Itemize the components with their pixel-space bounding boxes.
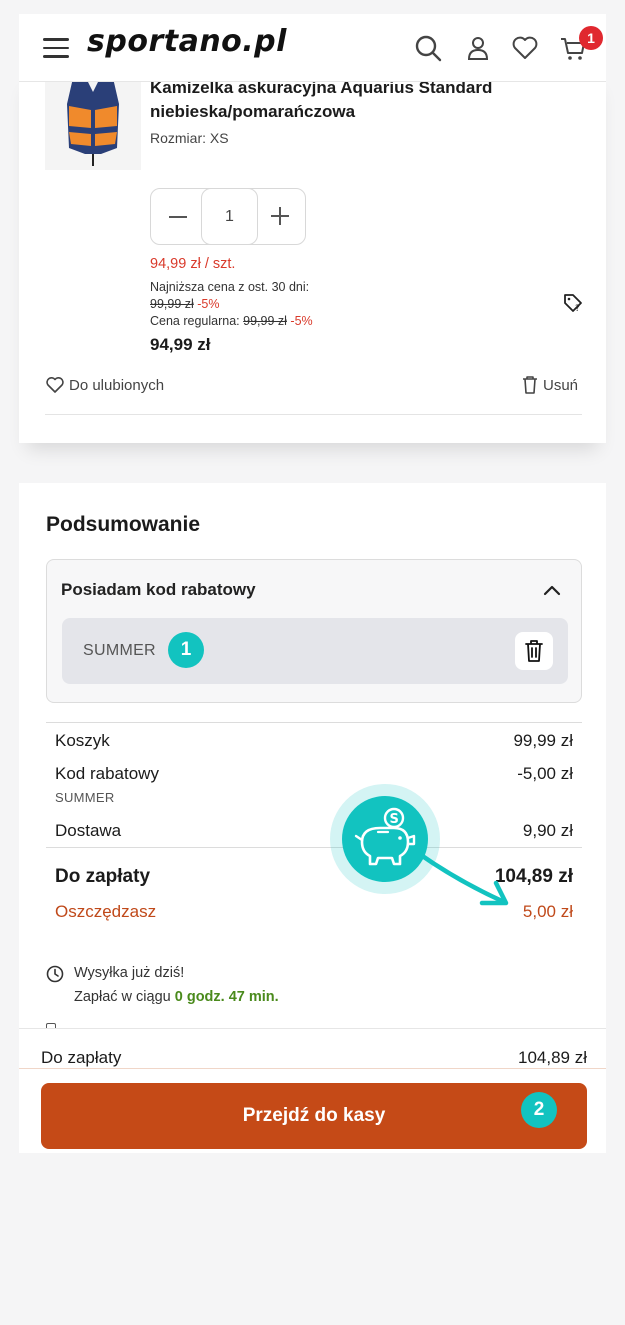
svg-text:S: S [390, 812, 399, 827]
lowest-price-discount: -5% [197, 297, 220, 311]
coupon-code: SUMMER [83, 642, 156, 659]
increase-quantity-button[interactable] [271, 207, 289, 225]
chevron-up-icon[interactable] [543, 584, 561, 596]
price-tag-info-icon[interactable]: ? [562, 292, 584, 314]
regular-price-label: Cena regularna: [150, 314, 240, 328]
arrow-to-savings-icon [415, 850, 509, 906]
decrease-quantity-button[interactable] [169, 216, 187, 218]
shipping-value: 9,90 zł [522, 821, 573, 840]
user-icon[interactable] [464, 34, 492, 62]
annotation-badge-2: 2 [521, 1092, 557, 1128]
savings-value: 5,00 zł [522, 902, 573, 921]
top-header: sportano.pl 1 [19, 14, 606, 82]
menu-icon[interactable] [43, 38, 69, 58]
unit-price: 94,99 zł / szt. [150, 256, 236, 272]
svg-text:?: ? [575, 304, 580, 314]
bar-total-value: 104,89 zł [518, 1048, 587, 1067]
pay-within-note: Zapłać w ciągu 0 godz. 47 min. [74, 989, 279, 1005]
checkout-button[interactable]: Przejdź do kasy [41, 1083, 587, 1149]
annotation-badge-1: 1 [168, 632, 204, 668]
price-history: Najniższa cena z ost. 30 dni: 99,99 zł -… [150, 279, 313, 330]
coupon-toggle[interactable]: Posiadam kod rabatowy [61, 580, 256, 600]
discount-code-note: SUMMER [55, 790, 115, 805]
divider [19, 1068, 606, 1069]
checkout-bar: Do zapłaty 104,89 zł Przejdź do kasy 2 [19, 1028, 606, 1153]
remove-item-button[interactable]: Usuń [521, 375, 578, 395]
pay-within-prefix: Zapłać w ciągu [74, 989, 171, 1005]
heart-icon[interactable] [511, 34, 539, 62]
cart-count-badge: 1 [579, 26, 603, 50]
remove-coupon-button[interactable] [515, 632, 553, 670]
quantity-stepper: 1 [150, 188, 306, 245]
life-vest-image [67, 76, 119, 166]
total-label: Do zapłaty [55, 866, 151, 887]
quantity-input[interactable]: 1 [201, 188, 258, 245]
clock-icon [46, 965, 64, 983]
search-icon[interactable] [414, 34, 442, 62]
product-image[interactable] [45, 70, 141, 170]
sportano-logo[interactable]: sportano.pl [87, 24, 287, 59]
trash-icon [525, 640, 543, 662]
pay-within-countdown: 0 godz. 47 min. [174, 989, 279, 1005]
cart-product-card: Kamizelka askuracyjna Aquarius Standard … [19, 70, 606, 443]
divider [46, 722, 582, 723]
partially-hidden-row [46, 1021, 346, 1028]
add-to-favorites-button[interactable]: Do ulubionych [45, 375, 164, 395]
divider [45, 414, 582, 415]
summary-title: Podsumowanie [46, 513, 201, 536]
coupon-section: Posiadam kod rabatowy SUMMER 1 [46, 559, 582, 703]
shipping-today-note: Wysyłka już dziś! [74, 965, 185, 981]
regular-price-discount: -5% [290, 314, 313, 328]
product-name[interactable]: Kamizelka askuracyjna Aquarius Standard … [150, 76, 570, 124]
product-size: Rozmiar: XS [150, 130, 229, 146]
discount-label: Kod rabatowy [55, 764, 159, 783]
trash-icon [523, 376, 537, 394]
savings-label: Oszczędzasz [55, 902, 157, 921]
bar-total-label: Do zapłaty [41, 1048, 122, 1067]
lowest-price-value: 99,99 zł [150, 297, 194, 311]
cart-subtotal-value: 99,99 zł [513, 731, 573, 750]
lowest-price-label: Najniższa cena z ost. 30 dni: [150, 280, 310, 294]
discount-value: -5,00 zł [517, 764, 573, 783]
cart-subtotal-label: Koszyk [55, 731, 110, 750]
remove-label: Usuń [543, 376, 579, 394]
favorites-label: Do ulubionych [69, 376, 165, 394]
order-summary: Podsumowanie Posiadam kod rabatowy SUMME… [19, 483, 606, 1028]
shipping-label: Dostawa [55, 821, 122, 840]
regular-price-value: 99,99 zł [243, 314, 287, 328]
product-total-price: 94,99 zł [150, 335, 211, 354]
heart-icon [46, 377, 64, 393]
applied-coupon-field: SUMMER 1 [62, 618, 568, 684]
